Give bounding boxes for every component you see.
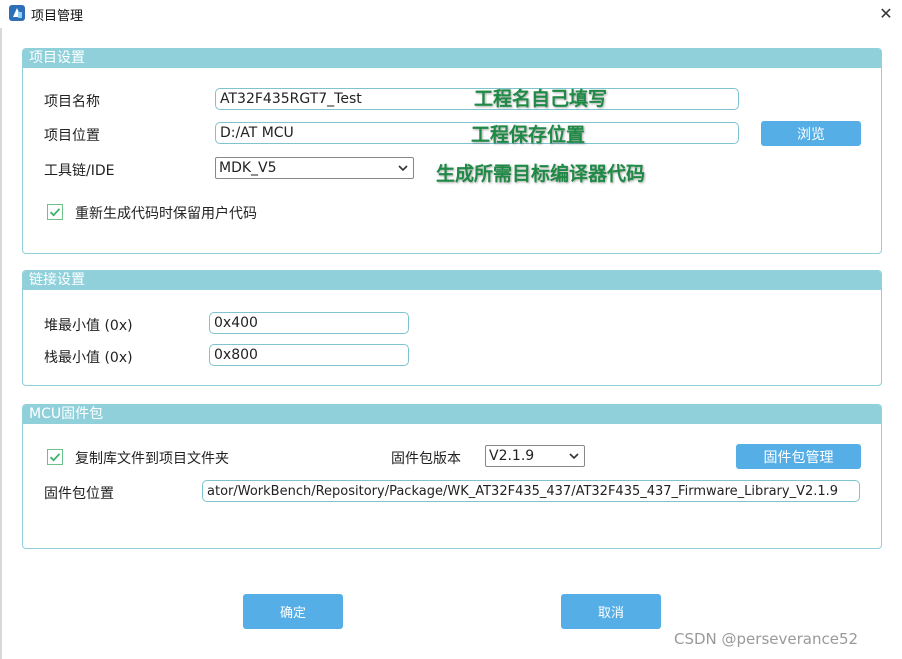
firmware-version-label: 固件包版本 — [391, 451, 461, 467]
project-settings-group: 项目设置 — [22, 48, 882, 254]
chevron-down-icon — [398, 165, 408, 172]
stack-min-input[interactable] — [209, 344, 409, 366]
annotation-project-name: 工程名自己填写 — [474, 88, 608, 110]
cancel-button[interactable]: 取消 — [561, 594, 661, 629]
firmware-location-label: 固件包位置 — [44, 486, 114, 502]
ok-button[interactable]: 确定 — [243, 594, 343, 629]
heap-min-input[interactable] — [209, 312, 409, 334]
preserve-user-code-label: 重新生成代码时保留用户代码 — [75, 206, 257, 222]
annotation-toolchain: 生成所需目标编译器代码 — [436, 163, 646, 185]
firmware-location-input[interactable] — [202, 480, 860, 502]
link-settings-group: 链接设置 — [22, 270, 882, 386]
window-left-border — [0, 28, 2, 659]
window-title: 项目管理 — [31, 9, 84, 24]
project-settings-header: 项目设置 — [23, 49, 881, 68]
app-logo-icon — [9, 5, 25, 21]
firmware-group: MCU固件包 — [22, 404, 882, 549]
toolchain-select[interactable]: MDK_V5 — [215, 157, 414, 179]
copy-library-label: 复制库文件到项目文件夹 — [75, 451, 229, 467]
project-location-label: 项目位置 — [44, 128, 100, 144]
checkmark-icon — [49, 453, 61, 462]
project-name-label: 项目名称 — [44, 94, 100, 110]
close-icon[interactable]: ✕ — [872, 1, 900, 25]
stack-min-label: 栈最小值 (0x) — [44, 350, 133, 366]
link-settings-header: 链接设置 — [23, 271, 881, 290]
browse-button[interactable]: 浏览 — [761, 121, 861, 146]
firmware-version-select[interactable]: V2.1.9 — [485, 445, 585, 467]
firmware-header: MCU固件包 — [23, 405, 881, 424]
preserve-user-code-checkbox[interactable] — [47, 204, 63, 220]
annotation-project-location: 工程保存位置 — [471, 124, 586, 146]
firmware-manage-button[interactable]: 固件包管理 — [736, 444, 861, 469]
firmware-version-value: V2.1.9 — [489, 448, 535, 464]
toolchain-value: MDK_V5 — [219, 160, 277, 176]
checkmark-icon — [49, 208, 61, 217]
copy-library-checkbox[interactable] — [47, 449, 63, 465]
heap-min-label: 堆最小值 (0x) — [44, 318, 133, 334]
csdn-watermark: CSDN @perseverance52 — [674, 630, 859, 648]
chevron-down-icon — [569, 453, 579, 460]
title-bar: 项目管理 ✕ — [0, 0, 902, 28]
toolchain-label: 工具链/IDE — [44, 163, 115, 179]
